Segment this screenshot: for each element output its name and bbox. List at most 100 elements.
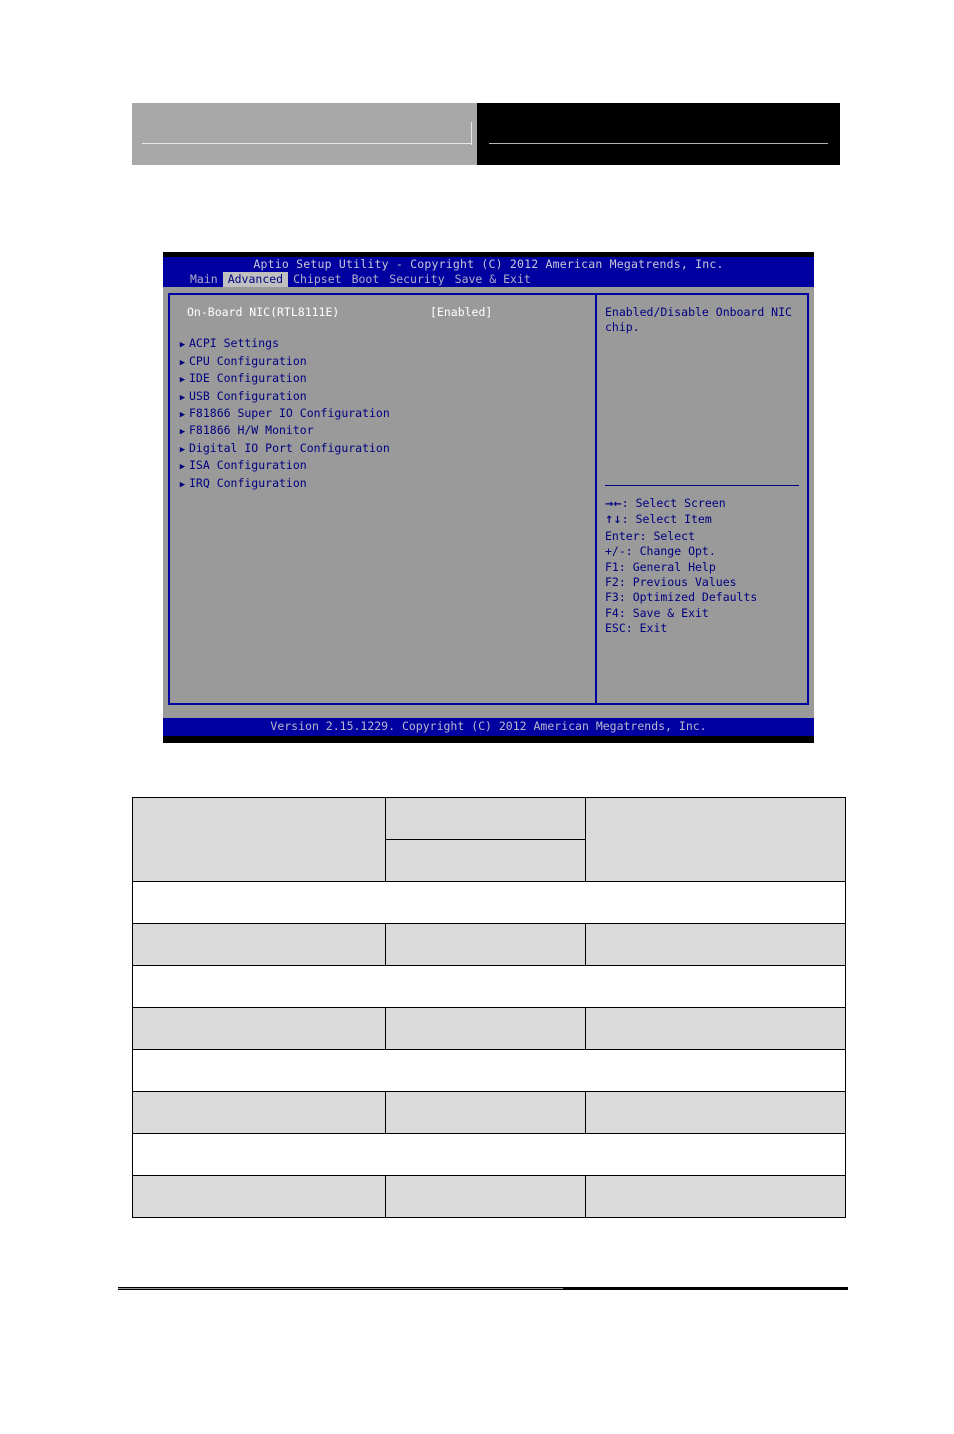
key-legend-f1-general-help: F1: General Help <box>605 559 716 574</box>
submenu-item-ide-configuration[interactable]: ▶ IDE Configuration <box>170 371 595 388</box>
table-cell-full <box>132 1049 846 1092</box>
table-row <box>132 1007 846 1050</box>
header-right-rule <box>489 143 828 144</box>
key-legend-select-item: ↑↓: Select Item <box>605 512 799 528</box>
submenu-label: IRQ Configuration <box>189 475 307 490</box>
spec-table-body <box>132 797 846 1218</box>
key-legend-change-opt: +/-: Change Opt. <box>605 544 716 559</box>
table-row <box>132 1133 846 1176</box>
submenu-item-usb-configuration[interactable]: ▶ USB Configuration <box>170 389 595 406</box>
key-legend-f3-optimized-defaults: F3: Optimized Defaults <box>605 590 758 605</box>
submenu-label: IDE Configuration <box>189 371 307 386</box>
table-cell <box>385 1175 586 1218</box>
table-cell <box>385 1091 586 1134</box>
bios-version-footer: Version 2.15.1229. Copyright (C) 2012 Am… <box>163 718 814 734</box>
help-description: Enabled/Disable Onboard NIC chip. <box>605 305 799 335</box>
submenu-label: USB Configuration <box>189 388 307 403</box>
table-row <box>132 965 846 1008</box>
submenu-item-digital-io-port-configuration[interactable]: ▶ Digital IO Port Configuration <box>170 441 595 458</box>
table-row <box>132 1091 846 1134</box>
header-left-rule <box>142 143 471 144</box>
table-cell-full <box>132 965 846 1008</box>
arrow-up-down-icon: ↑↓ <box>605 515 622 527</box>
table-cell <box>385 797 586 840</box>
setting-label-onboard-nic: On-Board NIC(RTL8111E) <box>187 305 340 319</box>
submenu-label: CPU Configuration <box>189 353 307 368</box>
tab-save-exit[interactable]: Save & Exit <box>450 272 536 287</box>
arrow-left-right-icon: →← <box>605 499 622 510</box>
bios-submenu-list: ▶ ACPI Settings ▶ CPU Configuration ▶ ID… <box>170 336 595 493</box>
bios-settings-panel: On-Board NIC(RTL8111E) [Enabled] ▶ ACPI … <box>168 293 595 705</box>
help-separator <box>605 485 799 486</box>
table-row <box>132 1049 846 1092</box>
tab-boot[interactable]: Boot <box>347 272 385 287</box>
page-header <box>132 103 840 165</box>
header-right-block <box>477 103 840 165</box>
key-legend-enter-select: Enter: Select <box>605 528 696 543</box>
table-row <box>132 881 846 924</box>
submenu-item-irq-configuration[interactable]: ▶ IRQ Configuration <box>170 476 595 493</box>
header-left-vertical-rule <box>471 122 472 145</box>
submenu-arrow-icon: ▶ <box>179 479 186 490</box>
table-cell <box>585 1175 846 1218</box>
bios-setup-window: Aptio Setup Utility - Copyright (C) 2012… <box>163 252 814 743</box>
bios-help-panel: Enabled/Disable Onboard NIC chip. →←: Se… <box>595 293 809 705</box>
bios-body: On-Board NIC(RTL8111E) [Enabled] ▶ ACPI … <box>163 287 814 710</box>
submenu-arrow-icon: ▶ <box>179 444 186 455</box>
key-legend-select-screen: →←: Select Screen <box>605 496 799 512</box>
page-footer-rule <box>118 1287 848 1290</box>
submenu-label: F81866 H/W Monitor <box>189 423 314 438</box>
page-footer-rule-light-segment <box>118 1288 563 1289</box>
table-cell <box>385 923 586 966</box>
submenu-item-f81866-hw-monitor[interactable]: ▶ F81866 H/W Monitor <box>170 423 595 440</box>
submenu-item-isa-configuration[interactable]: ▶ ISA Configuration <box>170 458 595 475</box>
submenu-label: ACPI Settings <box>189 336 280 351</box>
bios-key-legend: →←: Select Screen ↑↓: Select Item Enter:… <box>597 496 807 637</box>
spec-table <box>132 797 846 1218</box>
table-cell <box>585 1007 846 1050</box>
table-cell <box>585 797 846 882</box>
submenu-item-cpu-configuration[interactable]: ▶ CPU Configuration <box>170 354 595 371</box>
table-cell <box>132 1007 386 1050</box>
submenu-arrow-icon: ▶ <box>179 427 186 438</box>
submenu-arrow-icon: ▶ <box>179 462 186 473</box>
table-cell <box>132 1175 386 1218</box>
key-legend-text: : Select Item <box>621 512 712 527</box>
submenu-arrow-icon: ▶ <box>179 392 186 403</box>
bios-title: Aptio Setup Utility - Copyright (C) 2012… <box>163 257 814 272</box>
table-cell <box>132 1091 386 1134</box>
table-cell <box>132 923 386 966</box>
key-legend-f2-previous-values: F2: Previous Values <box>605 575 737 590</box>
table-cell-full <box>132 881 846 924</box>
table-cell <box>585 923 846 966</box>
tab-chipset[interactable]: Chipset <box>288 272 346 287</box>
submenu-arrow-icon: ▶ <box>179 375 186 386</box>
submenu-item-acpi-settings[interactable]: ▶ ACPI Settings <box>170 336 595 353</box>
bios-menu-bar[interactable]: Main Advanced Chipset Boot Security Save… <box>163 272 814 287</box>
submenu-item-f81866-super-io-configuration[interactable]: ▶ F81866 Super IO Configuration <box>170 406 595 423</box>
table-cell <box>132 797 386 882</box>
submenu-arrow-icon: ▶ <box>179 410 186 421</box>
table-cell-full <box>132 1133 846 1176</box>
submenu-label: Digital IO Port Configuration <box>189 440 390 455</box>
key-legend-esc-exit: ESC: Exit <box>605 621 668 636</box>
table-cell <box>585 1091 846 1134</box>
submenu-label: F81866 Super IO Configuration <box>189 406 390 421</box>
key-legend-text: : Select Screen <box>621 496 726 510</box>
table-row <box>132 797 846 882</box>
key-legend-f4-save-exit: F4: Save & Exit <box>605 605 709 620</box>
submenu-label: ISA Configuration <box>189 458 307 473</box>
setting-value-onboard-nic[interactable]: [Enabled] <box>430 305 492 320</box>
table-row <box>132 923 846 966</box>
tab-advanced[interactable]: Advanced <box>222 272 289 287</box>
table-row <box>132 1175 846 1218</box>
table-cell <box>385 839 586 882</box>
table-cell <box>385 1007 586 1050</box>
tab-security[interactable]: Security <box>384 272 449 287</box>
setting-row-onboard-nic[interactable]: On-Board NIC(RTL8111E) [Enabled] <box>170 305 595 320</box>
tab-main[interactable]: Main <box>185 272 223 287</box>
submenu-arrow-icon: ▶ <box>179 357 186 368</box>
submenu-arrow-icon: ▶ <box>179 340 186 351</box>
header-left-block <box>132 103 477 165</box>
bios-body-gap <box>163 710 814 718</box>
